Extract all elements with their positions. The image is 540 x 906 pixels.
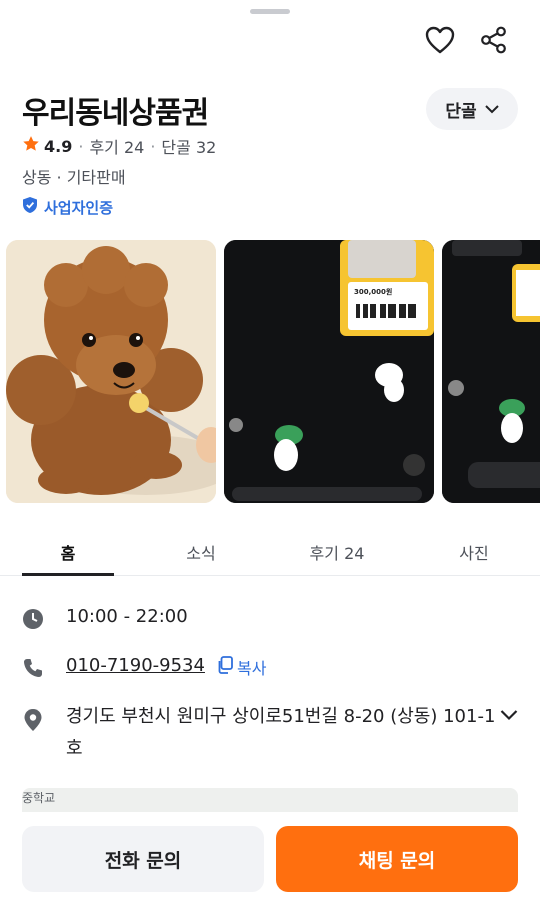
copy-icon	[217, 656, 233, 678]
store-category: 상동 · 기타판매	[22, 168, 126, 187]
shield-check-icon	[22, 196, 38, 218]
phone-icon	[22, 657, 44, 679]
location-pin-icon	[22, 708, 44, 731]
business-hours: 10:00 - 22:00	[66, 606, 188, 627]
hours-row: 10:00 - 22:00	[22, 606, 188, 630]
separator-dot: ·	[78, 136, 84, 156]
rating-value: 4.9	[44, 136, 73, 156]
regular-button[interactable]: 단골	[426, 88, 518, 130]
call-inquiry-button[interactable]: 전화 문의	[22, 826, 264, 892]
tab-news[interactable]: 소식	[155, 528, 247, 576]
photo-carousel[interactable]: 300,000원	[6, 240, 540, 503]
tab-reviews[interactable]: 후기 24	[278, 528, 396, 576]
business-verified-badge[interactable]: 사업자인증	[22, 196, 113, 218]
phone-row: 010-7190-9534 복사	[22, 655, 266, 679]
store-meta: 4.9 · 후기 24 · 단골 32	[22, 134, 216, 158]
star-icon	[22, 135, 40, 157]
map-label: 중학교	[22, 791, 56, 805]
drag-handle[interactable]	[250, 9, 290, 14]
photo-review-screenshot[interactable]	[442, 240, 540, 503]
heart-icon[interactable]	[424, 24, 456, 56]
phone-number[interactable]: 010-7190-9534	[66, 655, 205, 676]
svg-text:300,000원: 300,000원	[354, 287, 392, 296]
review-count[interactable]: 후기 24	[89, 134, 144, 158]
tab-home[interactable]: 홈	[22, 528, 114, 576]
bottom-action-bar: 전화 문의 채팅 문의	[0, 812, 540, 906]
chevron-down-icon	[484, 99, 499, 119]
copy-button[interactable]: 복사	[217, 655, 266, 679]
store-sheet: 우리동네상품권 단골 4.9 · 후기 24 · 단골 32 상동 · 기타판매…	[0, 0, 540, 906]
address-text: 경기도 부천시 원미구 상이로51번길 8-20 (상동) 101-1호	[66, 706, 496, 759]
photo-chat-screenshot[interactable]: 300,000원	[224, 240, 434, 503]
address-row[interactable]: 경기도 부천시 원미구 상이로51번길 8-20 (상동) 101-1호	[22, 706, 506, 765]
tab-bar: 홈 소식 후기 24 사진	[0, 528, 540, 576]
copy-label: 복사	[236, 659, 267, 678]
clock-icon	[22, 608, 44, 630]
top-actions	[424, 24, 510, 56]
share-icon[interactable]	[478, 24, 510, 56]
tab-photos[interactable]: 사진	[428, 528, 520, 576]
regular-label: 단골	[445, 101, 477, 122]
chat-inquiry-button[interactable]: 채팅 문의	[276, 826, 518, 892]
regular-count: 단골 32	[161, 138, 217, 157]
chevron-down-icon[interactable]	[500, 706, 518, 725]
photo-poodle[interactable]	[6, 240, 216, 503]
tab-active-indicator	[22, 573, 114, 576]
separator-dot: ·	[150, 136, 156, 156]
verified-label: 사업자인증	[44, 198, 114, 217]
store-name: 우리동네상품권	[22, 96, 209, 131]
